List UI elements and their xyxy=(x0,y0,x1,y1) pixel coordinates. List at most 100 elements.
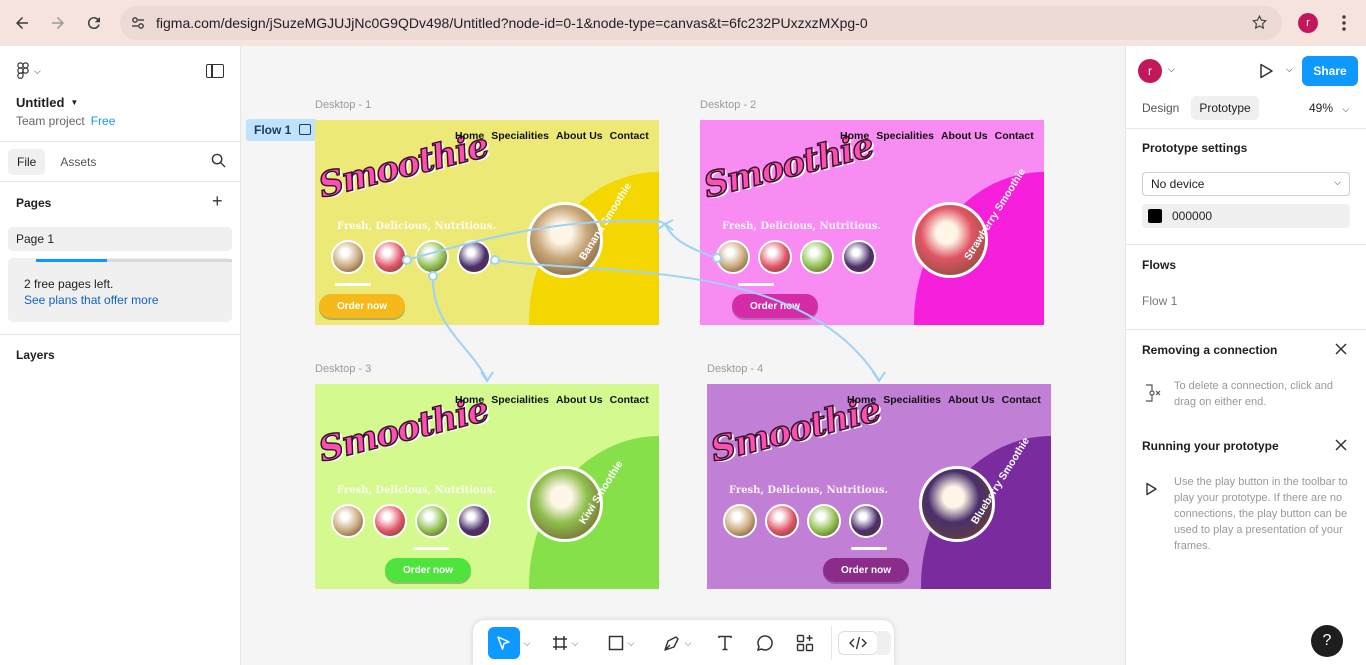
close-icon[interactable] xyxy=(1334,438,1350,454)
present-play-icon[interactable] xyxy=(1258,63,1274,82)
dev-mode-toggle[interactable] xyxy=(838,631,878,655)
divider xyxy=(1126,128,1366,129)
prototype-connections xyxy=(402,219,886,383)
user-avatar[interactable]: r xyxy=(1138,59,1162,83)
background-color-value[interactable]: 000000 xyxy=(1172,209,1212,223)
chevron-down-icon[interactable]: ⌵ xyxy=(628,638,635,649)
connection-handle xyxy=(402,255,412,265)
divider xyxy=(1126,329,1366,330)
connection-handle xyxy=(712,253,722,263)
actions-tool[interactable] xyxy=(785,626,825,660)
help-button[interactable]: ? xyxy=(1311,625,1343,657)
pages-heading: Pages xyxy=(16,196,52,210)
dev-mode-switch[interactable] xyxy=(877,631,891,655)
chevron-down-icon: ⌵ xyxy=(34,65,41,76)
tab-file[interactable]: File xyxy=(8,149,46,175)
forward-icon[interactable] xyxy=(40,5,76,41)
plan-badge[interactable]: Free xyxy=(91,114,116,128)
removing-connection-heading: Removing a connection xyxy=(1142,343,1278,357)
play-icon xyxy=(1144,482,1158,499)
project-name: Team project xyxy=(16,114,85,128)
figma-menu-button[interactable]: ⌵ xyxy=(16,62,41,80)
background-color-field[interactable]: 000000 xyxy=(1142,204,1350,228)
comment-tool-icon xyxy=(756,635,773,652)
running-prototype-heading: Running your prototype xyxy=(1142,439,1279,453)
chevron-down-icon: ⌵ xyxy=(1342,104,1350,114)
left-tabs: File Assets xyxy=(8,149,105,175)
arrow-head xyxy=(656,219,667,231)
connection-arrow xyxy=(494,259,880,381)
url-text[interactable]: figma.com/design/jSuzeMGJUJjNc0G9QDv498/… xyxy=(156,15,868,31)
arrow-head xyxy=(663,219,674,231)
divider xyxy=(1126,244,1366,245)
reload-icon[interactable] xyxy=(76,5,112,41)
chevron-down-icon[interactable]: ⌵ xyxy=(524,638,531,649)
add-page-icon[interactable]: + xyxy=(212,192,223,210)
share-button[interactable]: Share xyxy=(1302,56,1358,86)
right-sidebar: r ⌵ ⌵ Share Design Prototype 49% ⌵ Proto… xyxy=(1125,46,1366,665)
text-tool[interactable] xyxy=(705,626,745,660)
bookmark-star-icon[interactable] xyxy=(1251,14,1268,34)
toolbar-divider xyxy=(831,626,832,660)
site-settings-icon[interactable] xyxy=(120,15,156,31)
arrow-head xyxy=(480,371,494,383)
pen-tool[interactable]: ⌵ xyxy=(649,626,705,660)
chevron-down-icon[interactable]: ⌵ xyxy=(572,638,579,649)
connection-arrow xyxy=(431,275,488,381)
divider xyxy=(0,181,241,182)
figma-logo-icon xyxy=(17,62,29,79)
chevron-down-icon: ⌵ xyxy=(1334,177,1341,187)
running-prototype-hint: Use the play button in the toolbar to pl… xyxy=(1174,476,1348,552)
connection-arrow xyxy=(406,219,662,261)
file-name: Untitled xyxy=(16,95,65,110)
close-icon[interactable] xyxy=(1334,342,1350,358)
free-pages-progress xyxy=(36,259,232,262)
panel-layout-icon[interactable] xyxy=(206,64,224,78)
browser-menu-icon[interactable] xyxy=(1334,12,1354,34)
see-plans-link[interactable]: See plans that offer more xyxy=(24,293,159,307)
connection-handle xyxy=(490,255,500,265)
dev-mode-icon xyxy=(849,636,867,650)
move-tool-icon xyxy=(487,627,520,659)
file-name-menu[interactable]: Untitled ▼ xyxy=(16,95,78,110)
zoom-menu[interactable]: 49% ⌵ xyxy=(1309,101,1349,115)
address-bar[interactable]: figma.com/design/jSuzeMGJUJjNc0G9QDv498/… xyxy=(120,6,1282,40)
zoom-level: 49% xyxy=(1309,101,1334,115)
browser-toolbar: figma.com/design/jSuzeMGJUJjNc0G9QDv498/… xyxy=(0,0,1366,46)
device-value: No device xyxy=(1151,177,1205,191)
layers-heading: Layers xyxy=(16,348,55,362)
tab-prototype[interactable]: Prototype xyxy=(1191,96,1259,120)
page-item[interactable]: Page 1 xyxy=(8,227,232,251)
comment-tool[interactable] xyxy=(745,626,785,660)
removing-connection-hint: To delete a connection, click and drag o… xyxy=(1174,380,1333,408)
chevron-down-icon[interactable]: ⌵ xyxy=(1286,64,1293,75)
rectangle-tool[interactable]: ⌵ xyxy=(593,626,649,660)
back-icon[interactable] xyxy=(4,5,40,41)
divider xyxy=(0,334,241,335)
chevron-down-icon: ▼ xyxy=(70,98,79,107)
actions-icon xyxy=(796,634,814,652)
remove-connection-icon xyxy=(1144,383,1164,406)
tab-design[interactable]: Design xyxy=(1134,96,1187,120)
search-icon[interactable] xyxy=(211,153,226,171)
design-canvas[interactable]: Flow 1 Desktop - 1 Smoothie Home Specialiti… xyxy=(241,46,1125,665)
color-swatch[interactable] xyxy=(1148,209,1162,223)
arrow-head xyxy=(872,371,886,383)
chevron-down-icon[interactable]: ⌵ xyxy=(685,638,692,649)
move-tool[interactable]: ⌵ xyxy=(481,626,537,660)
text-tool-icon xyxy=(718,635,732,651)
right-tabs: Design Prototype xyxy=(1134,96,1259,120)
flow-item[interactable]: Flow 1 xyxy=(1142,294,1177,308)
connection-handle xyxy=(428,271,438,281)
frame-tool[interactable]: ⌵ xyxy=(537,626,593,660)
project-info: Team project Free xyxy=(16,114,115,128)
frame-tool-icon xyxy=(552,636,567,650)
prototype-settings-heading: Prototype settings xyxy=(1142,141,1248,155)
chevron-down-icon[interactable]: ⌵ xyxy=(1168,64,1175,75)
left-sidebar: ⌵ Untitled ▼ Team project Free File Asset… xyxy=(0,46,241,665)
device-select[interactable]: No device ⌵ xyxy=(1142,172,1350,196)
tab-assets[interactable]: Assets xyxy=(51,149,105,175)
pen-tool-icon xyxy=(663,636,679,651)
flows-heading: Flows xyxy=(1142,258,1177,272)
profile-avatar[interactable]: r xyxy=(1298,13,1318,33)
